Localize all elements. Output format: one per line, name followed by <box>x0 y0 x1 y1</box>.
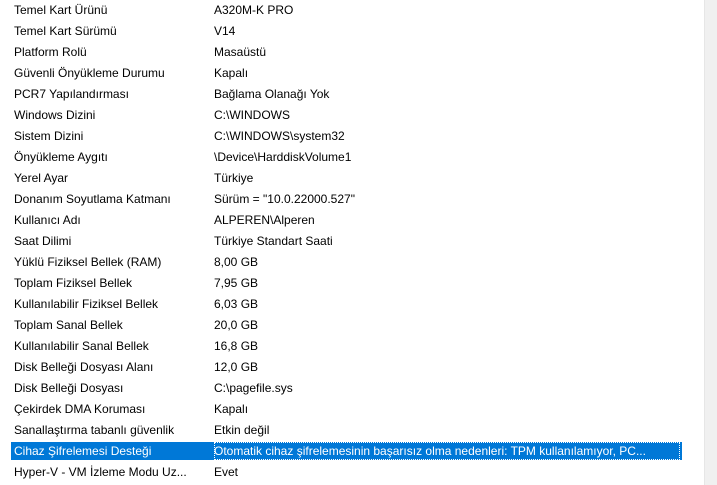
item-name: Disk Belleği Dosyası Alanı <box>14 360 154 374</box>
item-value: Kapalı <box>214 402 249 416</box>
list-row[interactable]: Toplam Fiziksel Bellek 7,95 GB <box>11 274 682 292</box>
list-row[interactable]: Sistem Dizini C:\WINDOWS\system32 <box>11 127 682 145</box>
item-name: Hyper-V - VM İzleme Modu Uz... <box>14 465 187 479</box>
item-name: Temel Kart Ürünü <box>14 3 108 17</box>
item-value: 6,03 GB <box>214 297 259 311</box>
vertical-scrollbar[interactable] <box>704 0 717 485</box>
list-row[interactable]: Önyükleme Aygıtı \Device\HarddiskVolume1 <box>11 148 682 166</box>
item-value: A320M-K PRO <box>214 3 294 17</box>
item-name: PCR7 Yapılandırması <box>14 87 129 101</box>
item-name: Kullanılabilir Fiziksel Bellek <box>14 297 159 311</box>
item-value: C:\pagefile.sys <box>214 381 293 395</box>
item-value: Türkiye Standart Saati <box>214 234 333 248</box>
item-name: Windows Dizini <box>14 108 96 122</box>
list-row[interactable]: PCR7 Yapılandırması Bağlama Olanağı Yok <box>11 85 682 103</box>
item-name: Güvenli Önyükleme Durumu <box>14 66 165 80</box>
item-name: Toplam Fiziksel Bellek <box>14 276 133 290</box>
item-name: Yerel Ayar <box>14 171 69 185</box>
system-summary-list: Temel Kart Ürünü A320M-K PRO Temel Kart Sü… <box>0 0 704 485</box>
item-value: Türkiye <box>214 171 254 185</box>
item-name: Sanallaştırma tabanlı güvenlik <box>14 423 175 437</box>
item-value: 20,0 GB <box>214 318 259 332</box>
list-row[interactable]: Cihaz Şifrelemesi Desteği Otomatik cihaz … <box>11 442 682 460</box>
list-row[interactable]: Saat Dilimi Türkiye Standart Saati <box>11 232 682 250</box>
list-row[interactable]: Hyper-V - VM İzleme Modu Uz... Evet <box>11 463 682 481</box>
item-name: Çekirdek DMA Koruması <box>14 402 146 416</box>
item-name: Sistem Dizini <box>14 129 84 143</box>
item-value: C:\WINDOWS <box>214 108 290 122</box>
list-row[interactable]: Temel Kart Sürümü V14 <box>11 22 682 40</box>
item-value: Kapalı <box>214 66 249 80</box>
item-name: Cihaz Şifrelemesi Desteği <box>14 444 152 458</box>
item-name: Önyükleme Aygıtı <box>14 150 108 164</box>
item-name: Saat Dilimi <box>14 234 72 248</box>
item-name: Kullanıcı Adı <box>14 213 81 227</box>
item-name: Kullanılabilir Sanal Bellek <box>14 339 149 353</box>
item-name: Temel Kart Sürümü <box>14 24 117 38</box>
list-row[interactable]: Kullanılabilir Fiziksel Bellek 6,03 GB <box>11 295 682 313</box>
list-row[interactable]: Kullanıcı Adı ALPEREN\Alperen <box>11 211 682 229</box>
item-value: Etkin değil <box>214 423 270 437</box>
item-value: 8,00 GB <box>214 255 259 269</box>
list-row[interactable]: Temel Kart Ürünü A320M-K PRO <box>11 1 682 19</box>
item-value: Otomatik cihaz şifrelemesinin başarısız … <box>214 442 680 460</box>
item-value: 16,8 GB <box>214 339 259 353</box>
list-row[interactable]: Kullanılabilir Sanal Bellek 16,8 GB <box>11 337 682 355</box>
item-name: Toplam Sanal Bellek <box>14 318 123 332</box>
list-row[interactable]: Sanallaştırma tabanlı güvenlik Etkin deği… <box>11 421 682 439</box>
item-name: Yüklü Fiziksel Bellek (RAM) <box>14 255 162 269</box>
item-value: 7,95 GB <box>214 276 259 290</box>
item-name: Platform Rolü <box>14 45 87 59</box>
item-value: Sürüm = "10.0.22000.527" <box>214 192 355 206</box>
item-value: Bağlama Olanağı Yok <box>214 87 330 101</box>
item-value: V14 <box>214 24 236 38</box>
list-row[interactable]: Disk Belleği Dosyası Alanı 12,0 GB <box>11 358 682 376</box>
list-row[interactable]: Yerel Ayar Türkiye <box>11 169 682 187</box>
list-row[interactable]: Yüklü Fiziksel Bellek (RAM) 8,00 GB <box>11 253 682 271</box>
list-row[interactable]: Çekirdek DMA Koruması Kapalı <box>11 400 682 418</box>
item-name: Donanım Soyutlama Katmanı <box>14 192 171 206</box>
item-name: Disk Belleği Dosyası <box>14 381 124 395</box>
item-value: C:\WINDOWS\system32 <box>214 129 345 143</box>
list-row[interactable]: Güvenli Önyükleme Durumu Kapalı <box>11 64 682 82</box>
item-value: \Device\HarddiskVolume1 <box>214 150 352 164</box>
list-row[interactable]: Donanım Soyutlama Katmanı Sürüm = "10.0.2… <box>11 190 682 208</box>
item-value: ALPEREN\Alperen <box>214 213 315 227</box>
list-row[interactable]: Toplam Sanal Bellek 20,0 GB <box>11 316 682 334</box>
list-row[interactable]: Disk Belleği Dosyası C:\pagefile.sys <box>11 379 682 397</box>
item-value: Evet <box>214 465 239 479</box>
item-value: Masaüstü <box>214 45 267 59</box>
list-row[interactable]: Windows Dizini C:\WINDOWS <box>11 106 682 124</box>
item-value: 12,0 GB <box>214 360 259 374</box>
list-row[interactable]: Platform Rolü Masaüstü <box>11 43 682 61</box>
